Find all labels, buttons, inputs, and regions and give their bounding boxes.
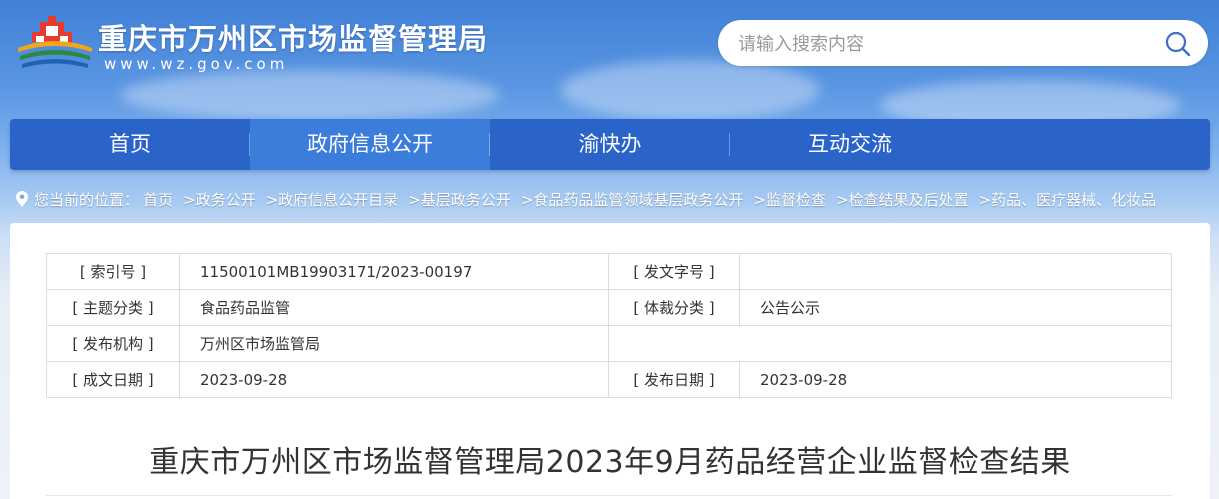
doc-no-label: [ 发文字号 ] — [608, 253, 740, 290]
document-meta-table: [ 索引号 ] 11500101MB19903171/2023-00197 [ … — [46, 253, 1172, 398]
nav-item-yukuaiban[interactable]: 渝快办 — [490, 119, 730, 170]
city-gate-logo-icon[interactable] — [14, 12, 96, 74]
table-row: [ 主题分类 ] 食品药品监管 [ 体裁分类 ] 公告公示 — [46, 289, 1172, 326]
location-pin-icon — [16, 191, 28, 207]
doc-no-value — [739, 253, 1172, 290]
table-row: [ 成文日期 ] 2023-09-28 [ 发布日期 ] 2023-09-28 — [46, 361, 1172, 398]
breadcrumb-label: 您当前的位置： — [34, 191, 140, 209]
site-header: 重庆市万州区市场监督管理局 www.wz.gov.com — [0, 0, 1219, 110]
title-divider — [46, 495, 1172, 496]
created-date-label: [ 成文日期 ] — [46, 361, 180, 398]
table-row: [ 索引号 ] 11500101MB19903171/2023-00197 [ … — [46, 253, 1172, 290]
published-date-label: [ 发布日期 ] — [608, 361, 740, 398]
genre-label: [ 体裁分类 ] — [608, 289, 740, 326]
topic-value: 食品药品监管 — [179, 289, 609, 326]
topic-label: [ 主题分类 ] — [46, 289, 180, 326]
genre-value: 公告公示 — [739, 289, 1172, 326]
breadcrumb-item-food-drug[interactable]: >食品药品监管领域基层政务公开 — [521, 191, 744, 209]
search-input[interactable] — [736, 20, 1140, 68]
table-row: [ 发布机构 ] 万州区市场监管局 — [46, 325, 1172, 362]
nav-item-gov-info[interactable]: 政府信息公开 — [250, 119, 490, 170]
site-title[interactable]: 重庆市万州区市场监督管理局 — [98, 16, 488, 58]
breadcrumb: 您当前的位置： 首页 >政务公开 >政府信息公开目录 >基层政务公开 >食品药品监管领域基… — [16, 189, 1219, 211]
published-date-value: 2023-09-28 — [739, 361, 1172, 398]
breadcrumb-item-info-catalog[interactable]: >政府信息公开目录 — [266, 191, 399, 209]
main-nav: 首页 政府信息公开 渝快办 互动交流 — [10, 119, 1210, 170]
search-box — [718, 20, 1208, 68]
publisher-value: 万州区市场监管局 — [179, 325, 609, 362]
site-url: www.wz.gov.com — [104, 55, 289, 73]
index-no-value: 11500101MB19903171/2023-00197 — [179, 253, 609, 290]
content-panel: [ 索引号 ] 11500101MB19903171/2023-00197 [ … — [10, 223, 1210, 499]
document-title: 重庆市万州区市场监督管理局2023年9月药品经营企业监督检查结果 — [149, 445, 1071, 480]
nav-item-home[interactable]: 首页 — [10, 119, 250, 170]
breadcrumb-item-gov-affairs[interactable]: >政务公开 — [183, 191, 256, 209]
search-icon[interactable] — [1164, 30, 1192, 58]
publisher-label: [ 发布机构 ] — [46, 325, 180, 362]
breadcrumb-item-drugs[interactable]: >药品、医疗器械、化妆品 — [979, 191, 1157, 209]
nav-item-interaction[interactable]: 互动交流 — [730, 119, 970, 170]
created-date-value: 2023-09-28 — [179, 361, 609, 398]
index-no-label: [ 索引号 ] — [46, 253, 180, 290]
empty-cell — [608, 325, 1172, 362]
breadcrumb-item-results[interactable]: >检查结果及后处置 — [836, 191, 969, 209]
breadcrumb-item-grassroots[interactable]: >基层政务公开 — [408, 191, 511, 209]
breadcrumb-item-supervision[interactable]: >监督检查 — [753, 191, 826, 209]
breadcrumb-item-home[interactable]: 首页 — [143, 191, 173, 209]
